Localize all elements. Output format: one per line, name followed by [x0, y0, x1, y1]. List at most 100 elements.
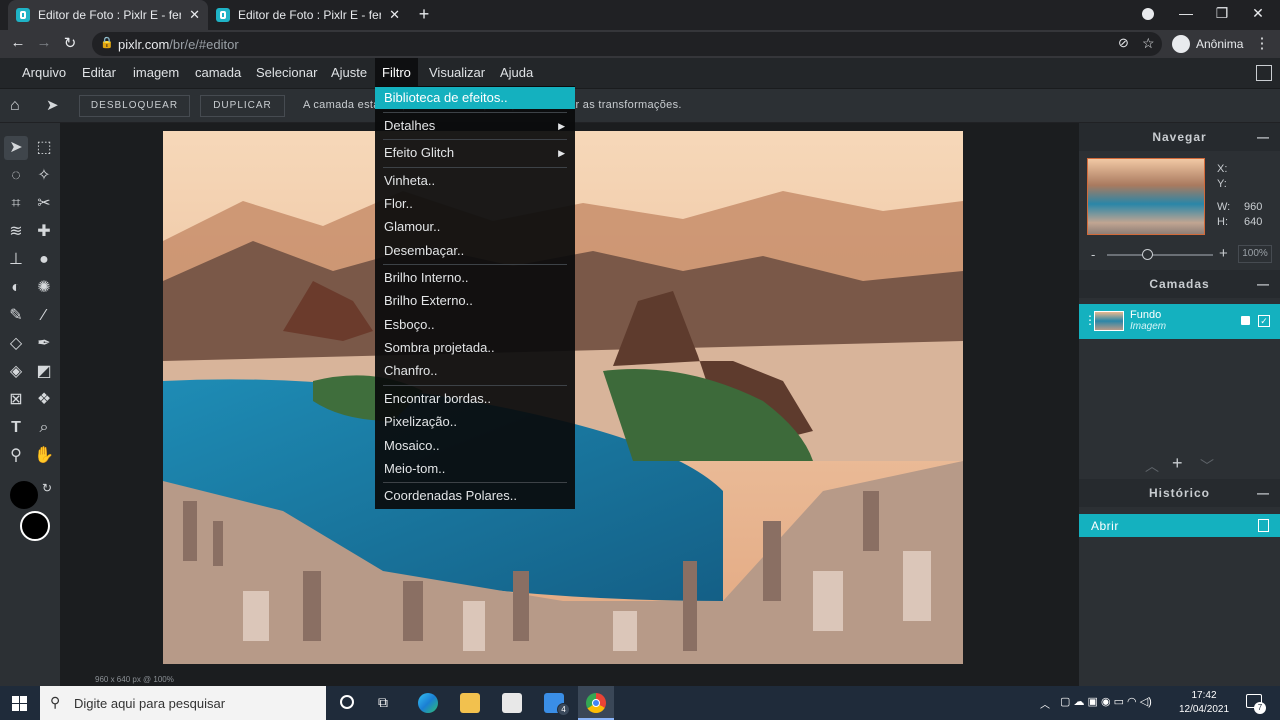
sponge-tool-icon[interactable]: ✺ [32, 276, 56, 300]
maximize-icon[interactable]: ❐ [1212, 5, 1232, 22]
zoom-in-button[interactable]: + [1219, 245, 1228, 262]
magic-wand-icon[interactable]: ✧ [32, 164, 56, 188]
layer-down-icon[interactable]: ﹀ [1200, 456, 1214, 476]
menu-item-drop-shadow[interactable]: Sombra projetada.. [375, 337, 575, 359]
fill-bucket-icon[interactable]: ◈ [4, 360, 28, 384]
menu-item-vignette[interactable]: Vinheta.. [375, 170, 575, 192]
store-icon[interactable] [502, 693, 522, 713]
zoom-tool-icon[interactable]: ⚲ [4, 444, 28, 468]
collapse-navigator-icon[interactable]: — [1257, 123, 1270, 151]
menu-item-bevel[interactable]: Chanfro.. [375, 360, 575, 382]
edge-browser-icon[interactable] [418, 693, 438, 713]
menu-visualizar[interactable]: Visualizar [422, 58, 492, 88]
clone-stamp-icon[interactable]: ⊥ [4, 248, 28, 272]
eye-off-icon[interactable]: ⊘ [1118, 35, 1129, 51]
close-window-icon[interactable]: ✕ [1248, 5, 1268, 22]
zoom-slider-track[interactable] [1107, 254, 1213, 256]
arrange-tool-icon[interactable]: ➤ [4, 136, 28, 160]
cutout-tool-icon[interactable]: ✂ [32, 192, 56, 216]
windows-start-icon[interactable] [12, 696, 27, 711]
menu-item-sketch[interactable]: Esboço.. [375, 314, 575, 336]
zoom-level-field[interactable]: 100% [1238, 245, 1272, 263]
layer-row[interactable]: ⋮ Fundo Imagem ✓ [1079, 304, 1280, 339]
new-tab-icon[interactable]: + [414, 4, 434, 25]
shape-tool-icon[interactable]: ❖ [32, 388, 56, 412]
foreground-color-swatch[interactable] [8, 479, 40, 511]
menu-item-details[interactable]: Detalhes ▶ [375, 115, 575, 137]
back-icon[interactable]: ← [8, 34, 28, 51]
menu-item-halftone[interactable]: Meio-tom.. [375, 458, 575, 480]
menu-item-outer-glow[interactable]: Brilho Externo.. [375, 290, 575, 312]
menu-item-effects-library[interactable]: Biblioteca de efeitos.. [375, 87, 575, 109]
menu-item-pixelate[interactable]: Pixelização.. [375, 411, 575, 433]
chrome-taskbar-button[interactable] [578, 686, 614, 720]
menu-selecionar[interactable]: Selecionar [249, 58, 324, 88]
menu-item-polar-coordinates[interactable]: Coordenadas Polares.. [375, 485, 575, 507]
home-icon[interactable]: ⌂ [10, 97, 20, 115]
heal-tool-icon[interactable]: ✚ [32, 220, 56, 244]
task-view-icon[interactable]: ⧉ [378, 694, 388, 711]
file-explorer-icon[interactable] [460, 693, 480, 713]
unlock-button[interactable]: DESBLOQUEAR [79, 95, 190, 117]
close-tab-icon[interactable]: ✕ [189, 7, 200, 23]
hand-tool-icon[interactable]: ✋ [32, 444, 56, 468]
menu-arquivo[interactable]: Arquivo [15, 58, 73, 88]
color-replace-icon[interactable]: ✒ [32, 332, 56, 356]
tray-expand-icon[interactable]: ︿ [1040, 696, 1050, 711]
zoom-out-button[interactable]: - [1091, 247, 1095, 262]
menu-ajuda[interactable]: Ajuda [493, 58, 540, 88]
pencil-tool-icon[interactable]: ✎ [4, 304, 28, 328]
zoom-slider-thumb[interactable] [1142, 249, 1153, 260]
eyedropper-tool-icon[interactable]: ⌕ [32, 416, 56, 440]
close-tab-icon[interactable]: ✕ [389, 7, 400, 23]
menu-item-glamour[interactable]: Glamour.. [375, 216, 575, 238]
liquify-tool-icon[interactable]: ≋ [4, 220, 28, 244]
image-placeholder-icon[interactable]: ⊠ [4, 388, 28, 412]
bookmark-star-icon[interactable]: ☆ [1142, 35, 1155, 52]
brush-tool-icon[interactable]: ⁄ [32, 304, 56, 328]
menu-camada[interactable]: camada [188, 58, 248, 88]
collapse-history-icon[interactable]: — [1257, 479, 1270, 507]
menu-item-find-edges[interactable]: Encontrar bordas.. [375, 388, 575, 410]
eraser-tool-icon[interactable]: ◇ [4, 332, 28, 356]
menu-item-bloom[interactable]: Flor.. [375, 193, 575, 215]
swap-colors-icon[interactable]: ↻ [42, 481, 52, 495]
marquee-tool-icon[interactable]: ⬚ [32, 136, 56, 160]
collapse-layers-icon[interactable]: — [1257, 270, 1270, 298]
cortana-icon[interactable] [340, 695, 354, 709]
blur-drop-icon[interactable]: ● [32, 248, 56, 272]
menu-ajuste[interactable]: Ajuste [324, 58, 374, 88]
lasso-tool-icon[interactable]: ◌ [4, 164, 28, 188]
collapse-panel-icon[interactable] [1256, 65, 1272, 81]
navigator-thumbnail[interactable] [1087, 158, 1205, 235]
tray-icons[interactable]: ▢ ☁ ▣ ◉ ▭ ◠ ◁) [1060, 695, 1152, 708]
duplicate-button[interactable]: DUPLICAR [200, 95, 285, 117]
visibility-checkbox-icon[interactable]: ✓ [1258, 315, 1270, 327]
forward-icon[interactable]: → [34, 34, 54, 51]
dodge-burn-icon[interactable]: ◐ [4, 276, 28, 300]
menu-editar[interactable]: Editar [75, 58, 123, 88]
taskbar-clock[interactable]: 17:42 12/04/2021 [1172, 689, 1236, 717]
kebab-menu-icon[interactable]: ⋮ [1252, 34, 1272, 52]
layer-up-icon[interactable]: ︿ [1145, 456, 1159, 476]
menu-item-glitch[interactable]: Efeito Glitch ▶ [375, 142, 575, 164]
menu-item-mosaic[interactable]: Mosaico.. [375, 435, 575, 457]
lock-icon[interactable] [1241, 316, 1250, 325]
reload-icon[interactable]: ↻ [60, 34, 80, 52]
browser-tab-2[interactable]: Editor de Foto : Pixlr E - ferramenta ✕ [208, 0, 408, 30]
menu-imagem[interactable]: imagem [126, 58, 186, 88]
gradient-tool-icon[interactable]: ◩ [32, 360, 56, 384]
menu-item-inner-glow[interactable]: Brilho Interno.. [375, 267, 575, 289]
address-bar[interactable]: 🔒 pixlr.com/br/e/#editor ⊘ ☆ [92, 32, 1162, 56]
background-color-swatch[interactable] [20, 511, 50, 541]
crop-tool-icon[interactable]: ⌗ [4, 192, 28, 216]
menu-item-dehaze[interactable]: Desembaçar.. [375, 240, 575, 262]
tab-search-icon[interactable] [1138, 5, 1158, 23]
minimize-icon[interactable]: — [1176, 5, 1196, 21]
browser-tab-1[interactable]: Editor de Foto : Pixlr E - ferramenta ✕ [8, 0, 208, 30]
menu-filtro[interactable]: Filtro [375, 58, 418, 88]
arrange-tool-icon[interactable]: ➤ [46, 96, 59, 114]
text-tool-icon[interactable]: T [4, 416, 28, 440]
taskbar-search[interactable]: ⚲ Digite aqui para pesquisar [40, 686, 326, 720]
add-layer-icon[interactable]: + [1172, 453, 1183, 474]
